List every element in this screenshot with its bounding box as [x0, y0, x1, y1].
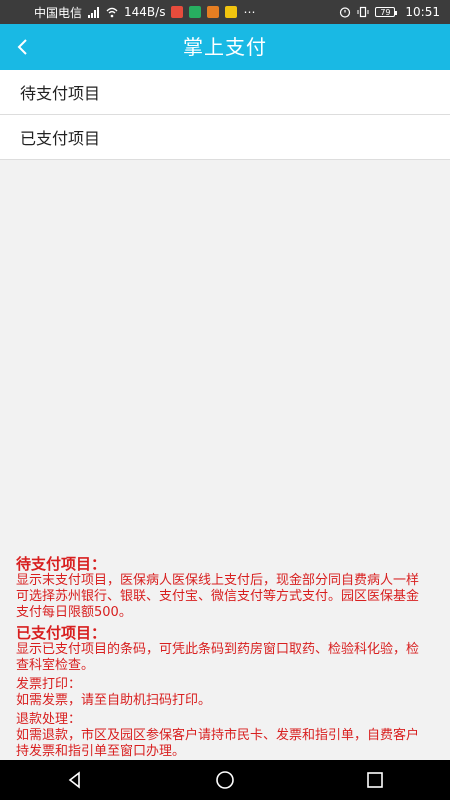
back-triangle-icon: [68, 771, 80, 789]
paid-title: 已支付项目：: [16, 624, 107, 642]
pending-body: 显示末支付项目，医保病人医保线上支付后，现金部分同自费病人一样可选择苏州银行、银…: [16, 573, 420, 620]
app-header: 掌上支付: [0, 24, 450, 70]
home-circle-icon: [216, 771, 234, 789]
system-nav-bar: [0, 760, 450, 800]
app-notification-icon-3: [207, 6, 220, 18]
battery-icon: 79: [375, 7, 398, 17]
menu-item-paid-items[interactable]: 已支付项目: [0, 115, 450, 160]
app-notification-icon-4: [225, 6, 238, 18]
recents-square-icon: [367, 772, 383, 788]
signal-icon: [88, 6, 100, 18]
network-speed: 144B/s: [124, 5, 166, 19]
carrier-name: 中国电信: [34, 5, 83, 20]
refund-body: 如需退款，市区及园区参保客户请持市民卡、发票和指引单，自费客户持发票和指引单至窗…: [16, 728, 420, 759]
nav-back-button[interactable]: [58, 763, 92, 797]
wifi-icon: [106, 6, 118, 18]
nav-recents-button[interactable]: [358, 763, 392, 797]
app-notification-icon-2: [189, 6, 202, 18]
vibrate-icon: [357, 6, 369, 18]
refund-title: 退款处理：: [16, 712, 82, 727]
status-bar: 中国电信 144B/s ⋯ 79 10:51: [0, 0, 450, 24]
menu-item-pending-payment[interactable]: 待支付项目: [0, 70, 450, 115]
nav-home-button[interactable]: [208, 763, 242, 797]
menu-item-label: 待支付项目: [20, 84, 101, 103]
payment-menu: 待支付项目 已支付项目: [0, 70, 450, 160]
payment-notes: 待支付项目： 显示末支付项目，医保病人医保线上支付后，现金部分同自费病人一样可选…: [16, 555, 430, 763]
alarm-icon: [339, 6, 351, 18]
clock: 10:51: [405, 5, 440, 19]
paid-body: 显示已支付项目的条码，可凭此条码到药房窗口取药、检验科化验，检查科室检查。: [16, 642, 420, 673]
pending-title: 待支付项目：: [16, 555, 107, 573]
app-notification-icon-1: [171, 6, 184, 18]
menu-item-label: 已支付项目: [20, 129, 101, 148]
page-title: 掌上支付: [183, 35, 267, 59]
invoice-title: 发票打印：: [16, 677, 82, 692]
more-icon: ⋯: [243, 5, 256, 19]
invoice-body: 如需发票，请至自助机扫码打印。: [16, 693, 212, 708]
